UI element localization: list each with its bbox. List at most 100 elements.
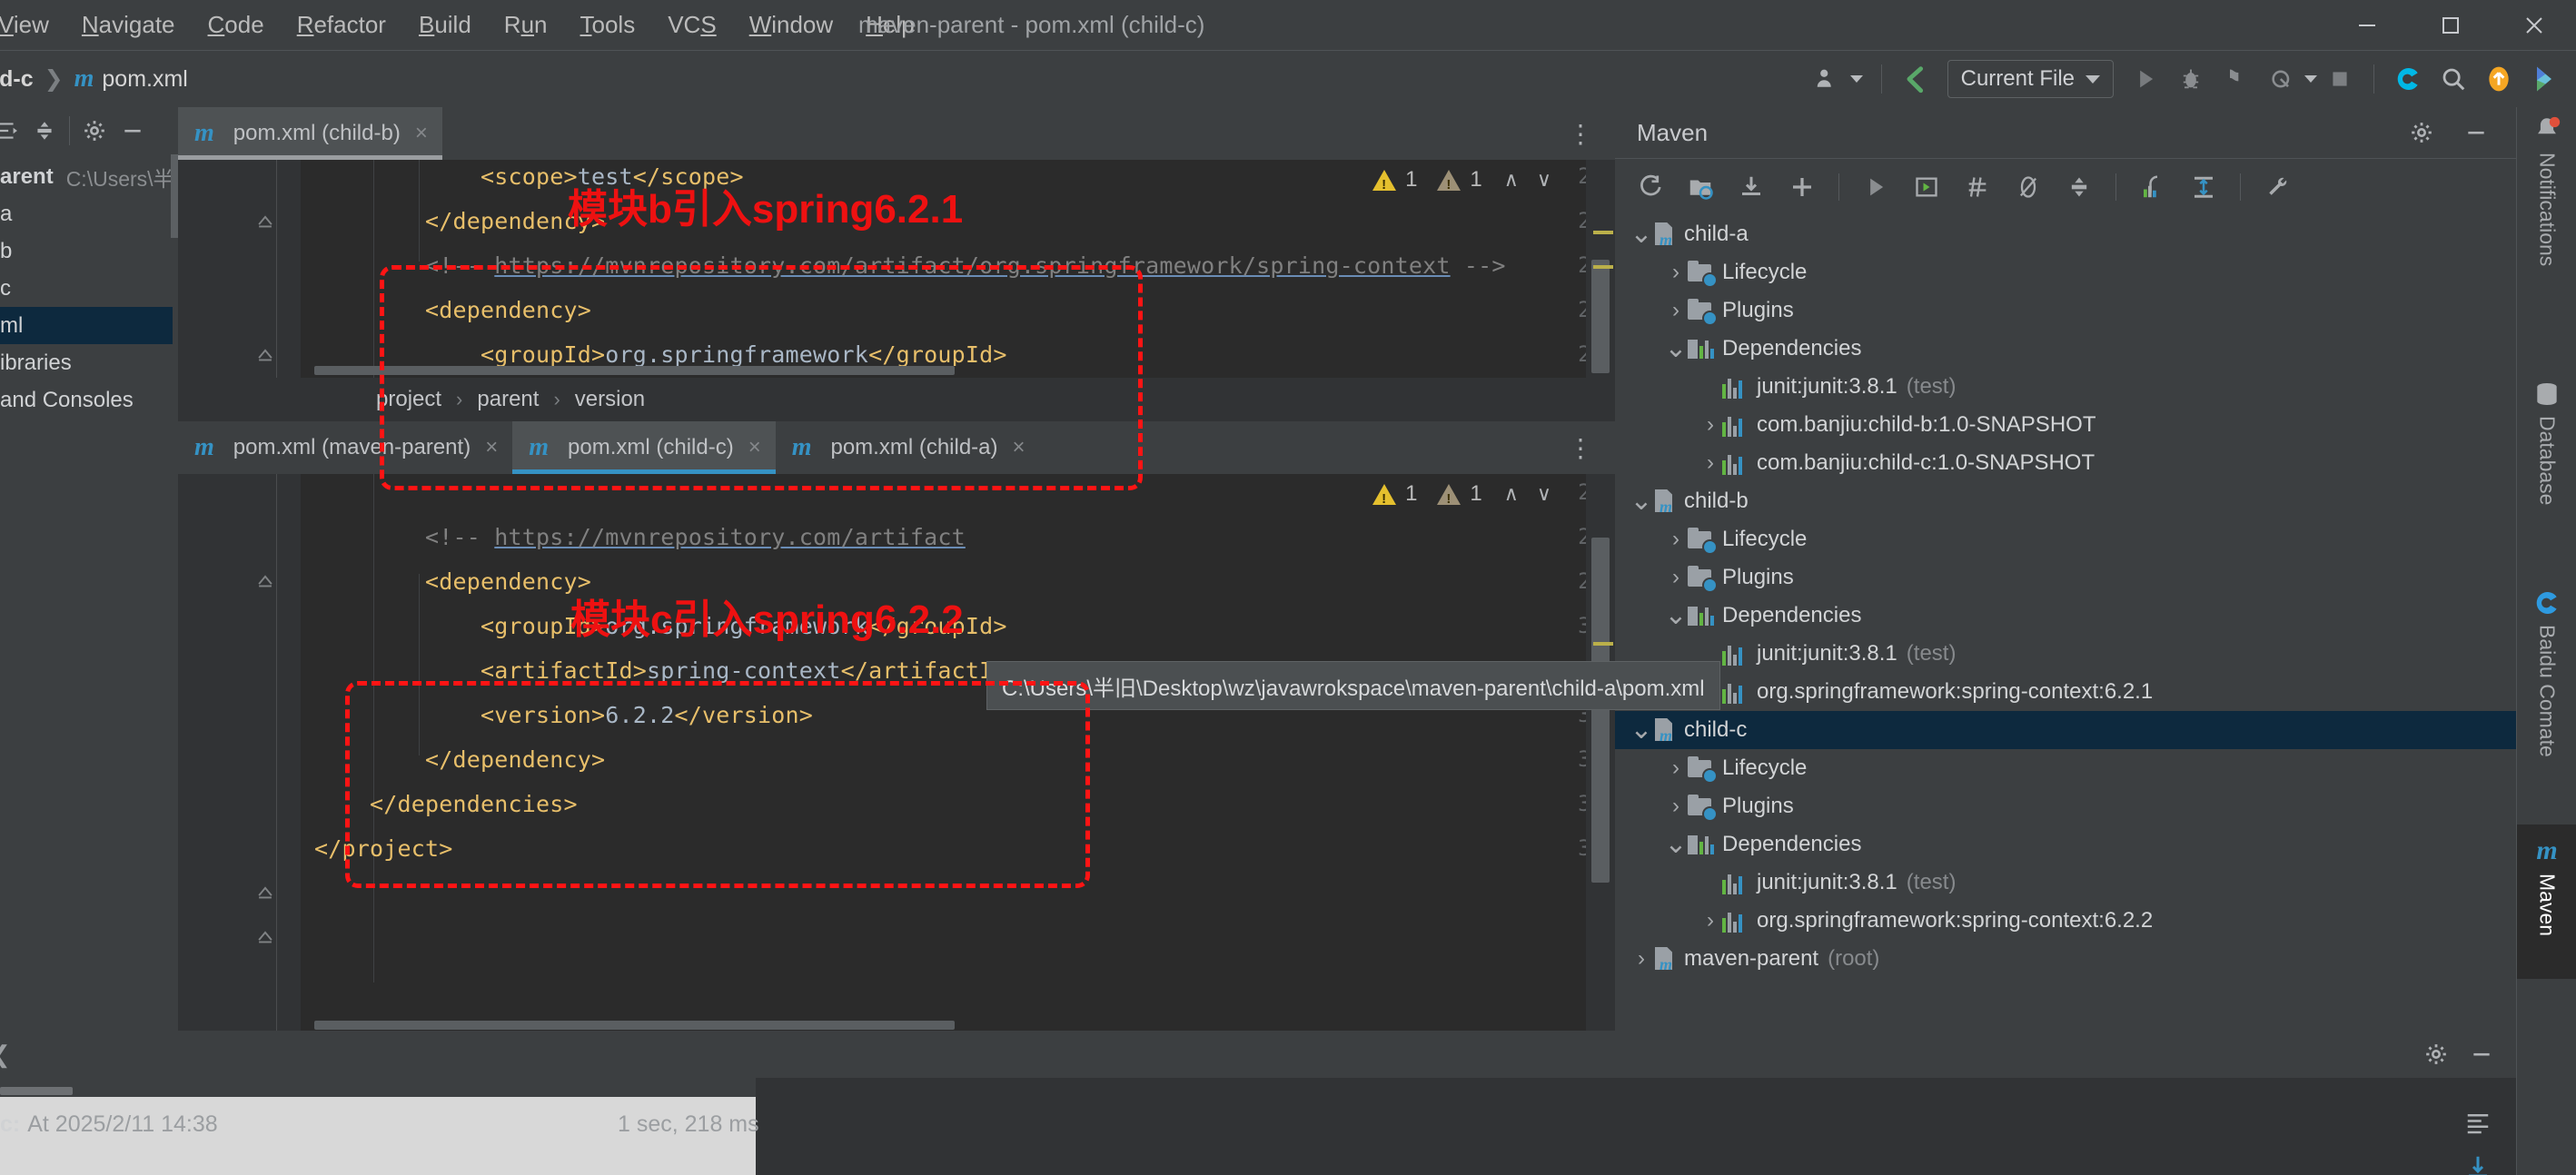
next-problem-icon[interactable]: ∨ [1537,168,1551,192]
code-line[interactable]: <!-- https://mvnrepository.com/artifact [314,524,966,550]
breadcrumb-module[interactable]: hild-c [0,66,34,93]
run-export-icon[interactable] [2458,1147,2498,1175]
next-problem-icon-bottom[interactable]: ∨ [1537,482,1551,506]
menu-item-build[interactable]: Build [402,0,488,50]
editor-top-scrollbar[interactable] [1586,160,1615,378]
hide-icon[interactable] [2462,1034,2502,1074]
run-console-output[interactable] [756,1078,2516,1175]
run-configuration-selector[interactable]: Current File [1947,60,2114,98]
tree-toggle-icon[interactable]: ⌄ [1630,716,1653,744]
code-fold-icon[interactable] [255,882,275,902]
minimize-button[interactable] [2325,0,2409,50]
project-tree-row[interactable]: and Consoles [0,381,173,419]
offline-mode-icon[interactable] [2007,166,2049,208]
code-line[interactable]: <dependency> [314,568,591,595]
editor-top-inspection-widget[interactable]: ! 1 ! 1 ∧ ∨ [1372,167,1551,193]
maven-tree-row[interactable]: › Lifecycle [1615,520,2516,558]
maven-tree-row[interactable]: ›org.springframework:spring-context:6.2.… [1615,902,2516,940]
run-align-icon[interactable] [2458,1103,2498,1143]
tabs-more-icon[interactable]: ⋮ [1560,107,1600,160]
maximize-button[interactable] [2409,0,2492,50]
stripe-button-notifications[interactable]: Notifications [2517,114,2576,266]
vcs-update-icon[interactable] [1896,58,1936,100]
editor-bottom-hscroll[interactable] [314,1021,1586,1030]
menu-item-refactor[interactable]: Refactor [281,0,402,50]
tree-toggle-icon[interactable]: › [1664,795,1688,817]
project-tree-row[interactable]: arent C:\Users\半 [0,158,173,195]
profiler-chevron-down-icon[interactable] [2304,75,2317,83]
execute-goal-icon[interactable] [1906,166,1947,208]
code-fold-icon[interactable] [255,570,275,590]
tree-toggle-icon[interactable]: › [1664,567,1688,588]
tree-toggle-icon[interactable]: › [1664,528,1688,550]
menu-item-window[interactable]: Window [733,0,849,50]
editor-top-gutter[interactable] [178,160,301,378]
maven-projects-tree[interactable]: ⌄ m child-a › Lifecycle › Plugins ⌄ Dependencies… [1615,215,2516,978]
debug-icon[interactable] [2171,58,2211,100]
close-icon[interactable]: × [415,121,428,146]
stripe-button-baidu-comate[interactable]: Baidu Comate [2517,588,2576,757]
project-tree-row[interactable]: c [0,270,173,307]
stripe-button-maven[interactable]: m Maven [2517,824,2576,979]
settings-gear-icon[interactable] [2416,1034,2456,1074]
previous-problem-icon[interactable]: ∧ [1504,168,1519,192]
user-avatar-icon[interactable] [1808,58,1848,100]
collapse-all-icon[interactable] [2058,166,2100,208]
run-panel-scrollbar[interactable] [0,1087,73,1095]
maven-tree-row[interactable]: ⌄ m child-a [1615,215,2516,253]
collapse-all-icon[interactable] [25,112,64,150]
maven-settings-icon[interactable] [2256,166,2298,208]
maven-tree-row[interactable]: junit:junit:3.8.1 (test) [1615,864,2516,902]
menu-item-run[interactable]: Run [488,0,564,50]
maven-tree-row[interactable]: junit:junit:3.8.1 (test) [1615,635,2516,673]
editor-tab[interactable]: m pom.xml (child-b) × [178,107,442,160]
menu-item-vcs[interactable]: VCS [651,0,732,50]
menu-item-navigate[interactable]: Navigate [65,0,192,50]
tree-toggle-icon[interactable]: ⌄ [1630,221,1653,248]
tree-toggle-icon[interactable]: › [1630,948,1653,970]
show-dependencies-icon[interactable] [2132,166,2174,208]
close-button[interactable] [2492,0,2576,50]
run-icon[interactable] [1855,166,1897,208]
generate-sources-icon[interactable] [1679,166,1721,208]
hide-icon[interactable] [2455,112,2497,153]
maven-tree-row[interactable]: › com.banjiu:child-c:1.0-SNAPSHOT [1615,444,2516,482]
tree-toggle-icon[interactable]: ⌄ [1664,831,1688,858]
tree-toggle-icon[interactable]: › [1664,757,1688,779]
editor-bottom-scrollbar[interactable] [1586,474,1615,1032]
tree-toggle-icon[interactable]: › [1699,414,1722,436]
search-everywhere-icon[interactable] [2433,58,2473,100]
hide-icon[interactable] [114,112,152,150]
maven-tree-row[interactable]: ⌄ m child-b [1615,482,2516,520]
project-tree-row[interactable]: b [0,232,173,270]
menu-item-tools[interactable]: Tools [564,0,652,50]
menu-item-view[interactable]: View [0,0,65,50]
editor-top-scroll-thumb[interactable] [1591,260,1610,373]
editor-bottom-hscroll-thumb[interactable] [314,1021,955,1030]
maven-tree-row[interactable]: ⌄ Dependencies [1615,825,2516,864]
maven-tree-row[interactable]: junit:junit:3.8.1 (test) [1615,368,2516,406]
breadcrumb-file[interactable]: pom.xml [102,66,187,93]
tree-toggle-icon[interactable]: › [1699,452,1722,474]
editor-bottom-scroll-thumb[interactable] [1591,538,1610,883]
editor-bottom-inspection-widget[interactable]: ! 1 ! 1 ∧ ∨ [1372,481,1551,507]
tree-toggle-icon[interactable]: ⌄ [1664,335,1688,362]
download-sources-icon[interactable] [1730,166,1772,208]
maven-tree-row[interactable]: › Plugins [1615,558,2516,597]
code-line[interactable]: </dependency> [314,208,605,234]
previous-problem-icon-bottom[interactable]: ∧ [1504,482,1519,506]
tree-toggle-icon[interactable]: ⌄ [1664,602,1688,629]
maven-tree-row[interactable]: › Lifecycle [1615,253,2516,291]
expand-icon[interactable] [2183,166,2224,208]
tree-toggle-icon[interactable]: ⌄ [1630,488,1653,515]
baidu-comate-icon[interactable] [2388,58,2428,100]
settings-gear-icon[interactable] [75,112,114,150]
settings-gear-icon[interactable] [2401,112,2442,153]
code-line[interactable]: <artifactId>spring-context</artifactId> [314,657,1021,684]
add-maven-project-icon[interactable] [1781,166,1823,208]
project-scrollbar[interactable] [171,154,178,238]
bottom-collapse-icon[interactable]: ❮ [0,1041,11,1069]
tree-toggle-icon[interactable]: › [1699,910,1722,932]
maven-tree-row[interactable]: ›org.springframework:spring-context:6.2.… [1615,673,2516,711]
skip-tests-icon[interactable] [1957,166,1998,208]
